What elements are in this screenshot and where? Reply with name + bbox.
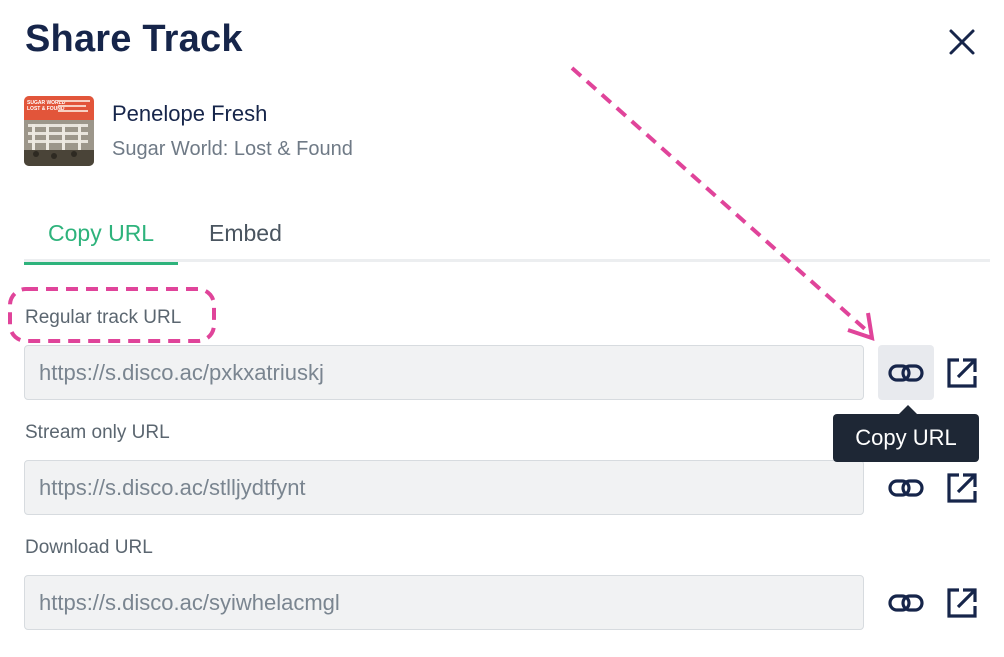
close-button[interactable] <box>944 24 980 60</box>
annotation-arrowhead <box>847 312 875 341</box>
copy-url-tooltip: Copy URL <box>833 405 979 462</box>
share-tabs: Copy URL Embed <box>24 210 990 265</box>
track-title: Penelope Fresh <box>112 101 268 126</box>
open-regular-url-button[interactable] <box>934 345 990 400</box>
link-icon <box>888 363 924 382</box>
regular-track-url-input[interactable] <box>24 345 864 400</box>
tab-embed[interactable]: Embed <box>185 220 306 262</box>
copy-regular-url-button[interactable] <box>878 345 934 400</box>
open-download-url-button[interactable] <box>934 575 990 630</box>
external-link-icon <box>947 587 977 618</box>
open-stream-url-button[interactable] <box>934 460 990 515</box>
regular-track-url-label: Regular track URL <box>25 307 182 328</box>
tab-copy-url[interactable]: Copy URL <box>24 220 179 265</box>
link-icon <box>888 593 924 612</box>
dialog-title: Share Track <box>25 18 243 60</box>
external-link-icon <box>947 357 977 388</box>
external-link-icon <box>947 472 977 503</box>
stream-only-url-input[interactable] <box>24 460 864 515</box>
track-album: Sugar World: Lost & Found <box>112 138 353 160</box>
download-url-label: Download URL <box>25 537 153 558</box>
close-icon <box>949 29 975 55</box>
copy-stream-url-button[interactable] <box>878 460 934 515</box>
link-icon <box>888 478 924 497</box>
download-url-input[interactable] <box>24 575 864 630</box>
annotation-arrow-line <box>570 66 868 332</box>
copy-download-url-button[interactable] <box>878 575 934 630</box>
stream-only-url-label: Stream only URL <box>25 422 170 443</box>
album-artwork: SUGAR WORLD LOST & FOUND <box>24 96 94 166</box>
